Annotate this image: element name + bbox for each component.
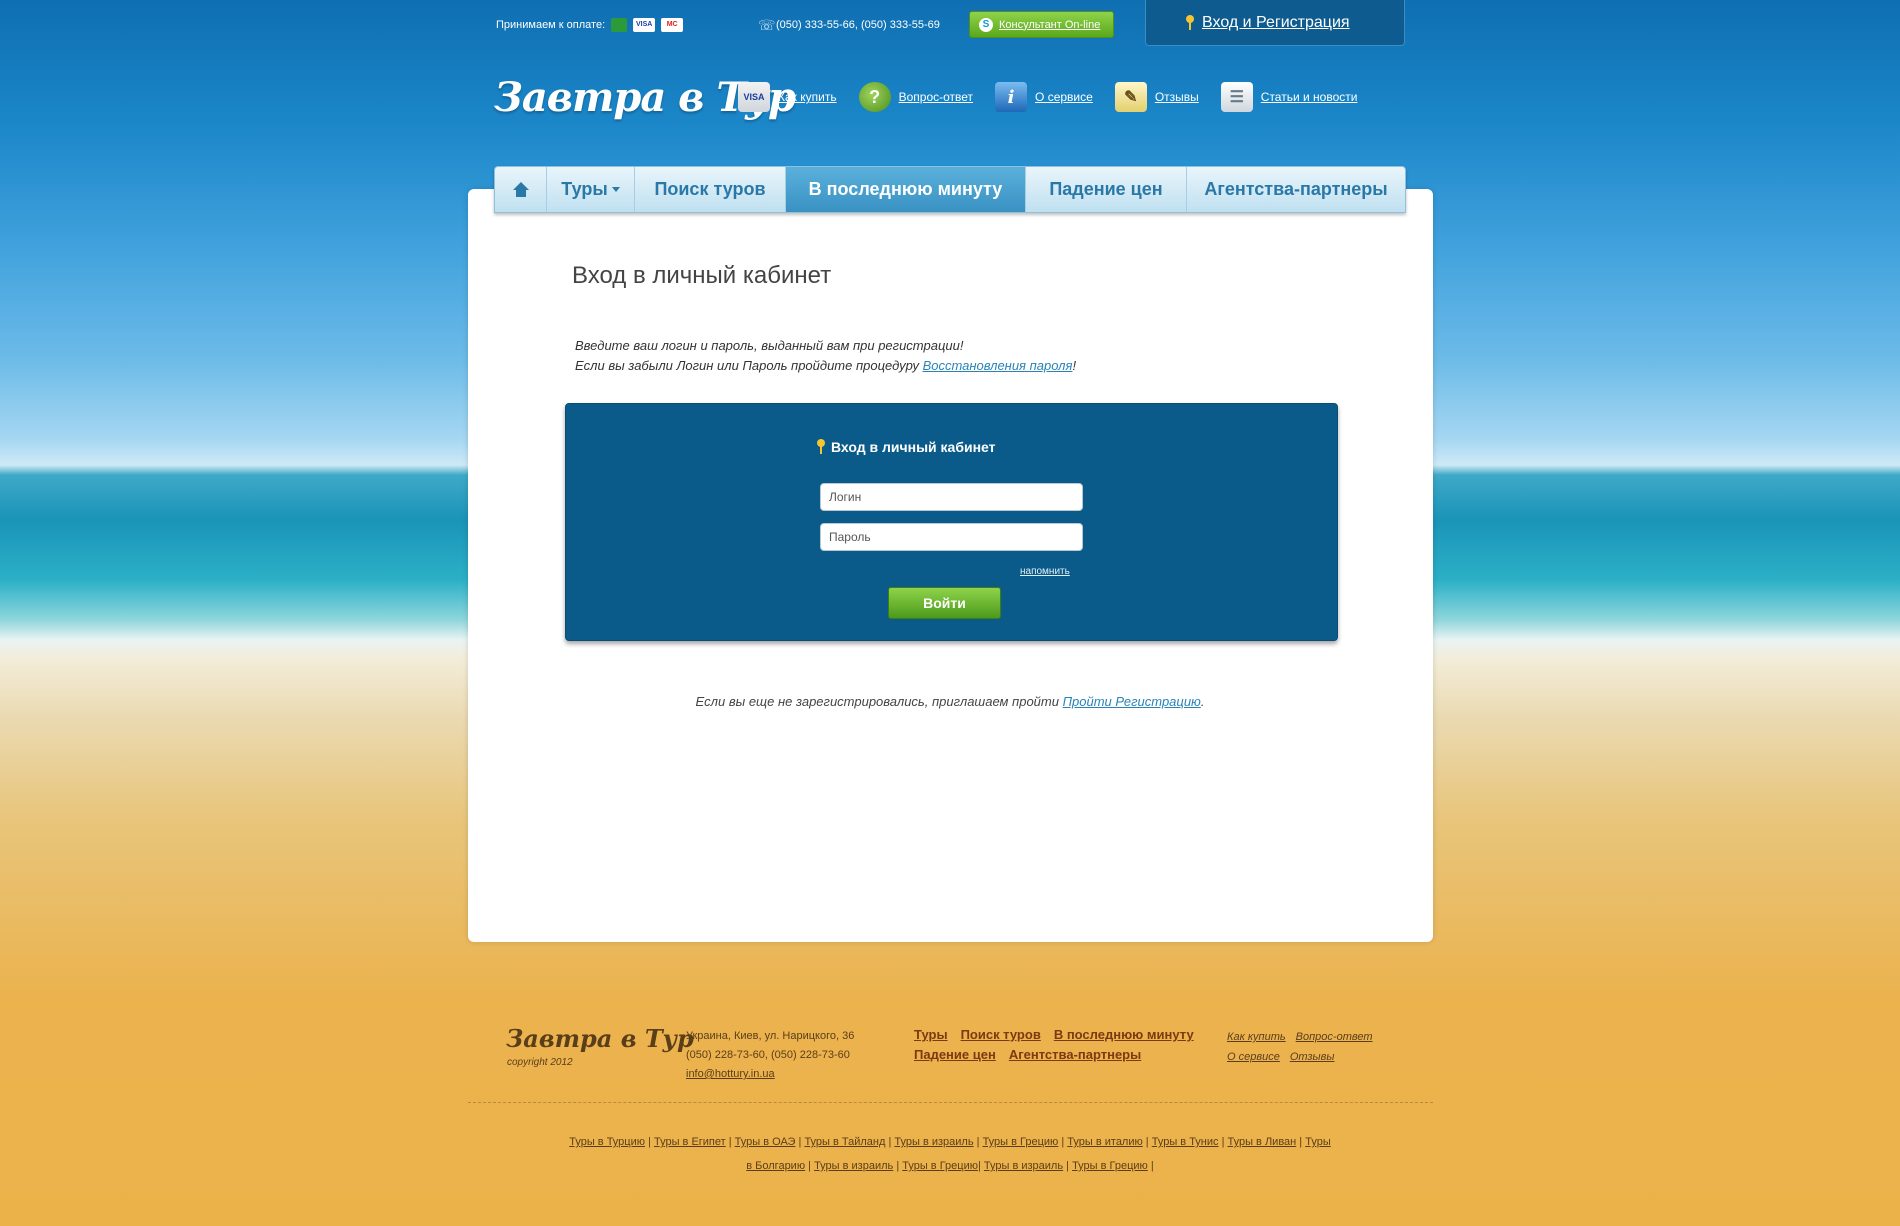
- tag-link[interactable]: Туры в Тунис: [1152, 1136, 1219, 1148]
- main-menu: Туры Поиск туров В последнюю минуту Паде…: [494, 166, 1406, 213]
- nav-about[interactable]: i О сервисе: [995, 82, 1093, 112]
- tag-link[interactable]: Туры в Тайланд: [804, 1136, 885, 1148]
- header-nav: VISA Как купить ? Вопрос-ответ i О серви…: [738, 82, 1379, 112]
- question-bubble-icon: ?: [858, 82, 891, 112]
- page-title: Вход в личный кабинет: [572, 262, 832, 289]
- footer-contacts: Украина, Киев, ул. Нарицкого, 36 (050) 2…: [686, 1027, 854, 1084]
- login-register-link[interactable]: Вход и Регистрация: [1202, 14, 1350, 32]
- tag-link[interactable]: Туры в Ливан: [1228, 1136, 1297, 1148]
- footer-menu-tours[interactable]: Туры: [914, 1026, 948, 1044]
- tag-link[interactable]: Туры в ОАЭ: [735, 1136, 796, 1148]
- tag-link[interactable]: Туры в израиль: [894, 1136, 973, 1148]
- footer-faq[interactable]: Вопрос-ответ: [1296, 1027, 1373, 1047]
- menu-tours[interactable]: Туры: [547, 167, 635, 212]
- menu-last-minute-label: В последнюю минуту: [808, 179, 1003, 199]
- login-submit-button[interactable]: Войти: [888, 587, 1001, 619]
- footer-divider: [468, 1102, 1433, 1103]
- tag-link[interactable]: Туры в Грецию: [902, 1160, 978, 1172]
- menu-search-tours[interactable]: Поиск туров: [635, 167, 786, 212]
- menu-partners[interactable]: Агентства-партнеры: [1187, 167, 1405, 212]
- nav-faq[interactable]: ? Вопрос-ответ: [858, 82, 973, 112]
- login-register-tab: Вход и Регистрация: [1145, 0, 1405, 46]
- tag-link[interactable]: Туры: [1305, 1136, 1331, 1148]
- register-note-text: Если вы еще не зарегистрировались, пригл…: [695, 694, 1063, 709]
- tag-link[interactable]: Туры в италию: [1067, 1136, 1142, 1148]
- tag-link[interactable]: Туры в израиль: [984, 1160, 1063, 1172]
- menu-last-minute[interactable]: В последнюю минуту: [786, 167, 1026, 212]
- footer-menu-partners[interactable]: Агентства-партнеры: [1009, 1046, 1141, 1064]
- login-form-title-text: Вход в личный кабинет: [831, 439, 996, 455]
- footer-tag-links: Туры в Турцию | Туры в Египет | Туры в О…: [569, 1136, 1331, 1172]
- nav-reviews-link[interactable]: Отзывы: [1155, 90, 1199, 104]
- tag-link[interactable]: в Болгарию: [746, 1160, 805, 1172]
- remind-password-link[interactable]: напомнить: [1020, 566, 1070, 577]
- menu-partners-label: Агентства-партнеры: [1204, 179, 1388, 199]
- instructions-line-2: Если вы забыли Логин или Пароль пройдите…: [575, 356, 1076, 376]
- nav-how-to-buy[interactable]: VISA Как купить: [738, 82, 837, 112]
- instructions-line-1: Введите ваш логин и пароль, выданный вам…: [575, 338, 964, 353]
- register-note-end: .: [1200, 694, 1205, 709]
- instructions-text: Если вы забыли Логин или Пароль пройдите…: [575, 358, 923, 373]
- instructions-end: !: [1072, 358, 1077, 373]
- footer-about[interactable]: О сервисе: [1227, 1047, 1280, 1067]
- footer-logo[interactable]: Завтра в Тур: [506, 1024, 694, 1053]
- payment-card-icon: [611, 18, 628, 32]
- footer-menu-search-tours[interactable]: Поиск туров: [961, 1026, 1041, 1044]
- login-instructions: Введите ваш логин и пароль, выданный вам…: [575, 336, 1076, 376]
- register-link[interactable]: Пройти Регистрацию: [1063, 694, 1201, 709]
- footer-menu-price-drop[interactable]: Падение цен: [914, 1046, 996, 1064]
- nav-reviews[interactable]: ✎ Отзывы: [1114, 82, 1199, 112]
- payment-methods: Принимаем к оплате: VISA MC: [496, 18, 684, 32]
- consultant-online-button[interactable]: S Консультант On-line: [969, 11, 1114, 38]
- nav-news[interactable]: ☰ Статьи и новости: [1220, 82, 1358, 112]
- phone-numbers: (050) 333-55-66, (050) 333-55-69: [776, 19, 940, 31]
- top-bar: Принимаем к оплате: VISA MC ☏ (050) 333-…: [0, 0, 1900, 48]
- nav-about-link[interactable]: О сервисе: [1035, 90, 1093, 104]
- menu-home[interactable]: [495, 167, 547, 212]
- chevron-down-icon: [611, 187, 620, 192]
- footer-address: Украина, Киев, ул. Нарицкого, 36: [686, 1030, 855, 1042]
- home-icon: [512, 181, 530, 198]
- footer-menu: Туры Поиск туров В последнюю минуту Паде…: [914, 1026, 1214, 1064]
- newspaper-icon: ☰: [1220, 82, 1253, 112]
- pencil-note-icon: ✎: [1114, 82, 1147, 112]
- key-icon: [817, 439, 825, 455]
- skype-icon: S: [979, 17, 993, 32]
- register-note: Если вы еще не зарегистрировались, пригл…: [0, 694, 1900, 709]
- key-icon: [1186, 14, 1194, 31]
- mastercard-icon: MC: [661, 18, 684, 32]
- header-phones: ☏ (050) 333-55-66, (050) 333-55-69: [758, 17, 940, 33]
- footer-menu-last-minute[interactable]: В последнюю минуту: [1054, 1026, 1194, 1044]
- menu-tours-label: Туры: [561, 179, 608, 199]
- footer-email-link[interactable]: info@hottury.in.ua: [686, 1068, 775, 1080]
- remind-password: напомнить: [1020, 566, 1070, 577]
- login-form: Вход в личный кабинет напомнить Войти: [565, 403, 1338, 641]
- nav-news-link[interactable]: Статьи и новости: [1261, 90, 1358, 104]
- footer-how-to-buy[interactable]: Как купить: [1227, 1027, 1286, 1047]
- footer-phones: (050) 228-73-60, (050) 228-73-60: [686, 1049, 850, 1061]
- menu-search-tours-label: Поиск туров: [654, 179, 766, 199]
- nav-how-to-buy-link[interactable]: Как купить: [778, 90, 837, 104]
- menu-price-drop-label: Падение цен: [1049, 179, 1163, 199]
- payment-label: Принимаем к оплате:: [496, 19, 606, 31]
- tag-link[interactable]: Туры в Турцию: [569, 1136, 645, 1148]
- phone-icon: ☏: [758, 17, 776, 33]
- footer-info-links: Как купить Вопрос-ответ О сервисе Отзывы: [1227, 1027, 1407, 1067]
- tag-link[interactable]: Туры в израиль: [814, 1160, 893, 1172]
- footer-copyright: copyright 2012: [507, 1057, 573, 1068]
- tag-link[interactable]: Туры в Египет: [654, 1136, 726, 1148]
- info-icon: i: [995, 82, 1028, 112]
- password-input[interactable]: [820, 523, 1083, 551]
- password-recovery-link[interactable]: Восстановления пароля: [923, 358, 1073, 373]
- login-form-title: Вход в личный кабинет: [817, 439, 996, 455]
- menu-price-drop[interactable]: Падение цен: [1026, 167, 1187, 212]
- credit-card-icon: VISA: [738, 82, 770, 112]
- login-input[interactable]: [820, 483, 1083, 511]
- visa-icon: VISA: [633, 18, 656, 32]
- footer-reviews[interactable]: Отзывы: [1290, 1047, 1335, 1067]
- nav-faq-link[interactable]: Вопрос-ответ: [899, 90, 973, 104]
- consultant-label: Консультант On-line: [999, 18, 1101, 31]
- tag-link[interactable]: Туры в Грецию: [1072, 1160, 1148, 1172]
- tag-link[interactable]: Туры в Грецию: [983, 1136, 1059, 1148]
